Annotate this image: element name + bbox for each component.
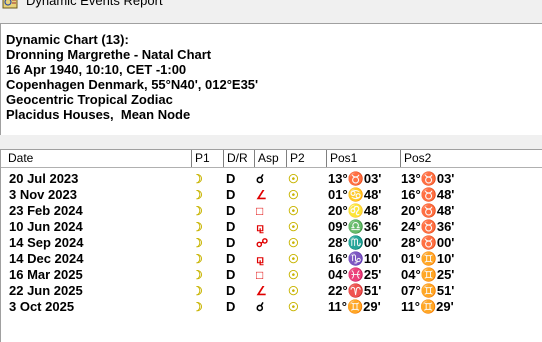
cell-pos1: 28°♏00' <box>328 235 382 250</box>
chart-info-line: Copenhagen Denmark, 55°N40', 012°E35' <box>6 77 259 92</box>
cell-pos2: 11°♊29' <box>401 299 454 314</box>
app-report-icon <box>2 0 18 9</box>
cell-dr: D <box>226 251 236 266</box>
cell-dr: D <box>226 203 236 218</box>
cell-date: 23 Feb 2024 <box>9 203 83 218</box>
cell-pos2: 28°♉00' <box>401 235 455 250</box>
sesquiquadrate-icon: ⚼ <box>256 252 265 266</box>
column-header-pos2[interactable]: Pos2 <box>400 150 542 167</box>
cell-pos1: 11°♊29' <box>328 299 381 314</box>
semisquare-icon: ∠ <box>256 188 267 202</box>
cell-date: 22 Jun 2025 <box>9 283 83 298</box>
cell-pos1: 01°♋48' <box>328 187 382 202</box>
cell-pos1: 13°♉03' <box>328 171 382 186</box>
column-header-p2[interactable]: P2 <box>286 150 326 167</box>
sun-icon: ☉ <box>288 220 299 234</box>
moon-icon: ☽ <box>192 204 203 218</box>
cell-pos2: 13°♉03' <box>401 171 455 186</box>
conjunction-icon: ☌ <box>256 300 265 314</box>
cell-date: 14 Dec 2024 <box>9 251 84 266</box>
column-header-p1[interactable]: P1 <box>191 150 223 167</box>
semisquare-icon: ∠ <box>256 284 267 298</box>
cell-date: 3 Nov 2023 <box>9 187 77 202</box>
cell-pos1: 20°♌48' <box>328 203 382 218</box>
column-header-asp[interactable]: Asp <box>254 150 286 167</box>
square-icon: □ <box>256 204 264 218</box>
cell-pos2: 24°♉36' <box>401 219 455 234</box>
sun-icon: ☉ <box>288 188 299 202</box>
table-row[interactable]: 20 Jul 2023 ☽ D ☌ ☉ 13°♉03' 13°♉03' <box>1 171 542 187</box>
cell-date: 16 Mar 2025 <box>9 267 83 282</box>
column-header-dr[interactable]: D/R <box>223 150 254 167</box>
chart-info-line: 16 Apr 1940, 10:10, CET -1:00 <box>6 62 187 77</box>
cell-dr: D <box>226 171 236 186</box>
table-row[interactable]: 3 Oct 2025 ☽ D ☌ ☉ 11°♊29' 11°♊29' <box>1 299 542 315</box>
cell-dr: D <box>226 219 236 234</box>
chart-info-line: Placidus Houses, Mean Node <box>6 107 191 122</box>
cell-date: 10 Jun 2024 <box>9 219 83 234</box>
sun-icon: ☉ <box>288 268 299 282</box>
square-icon: □ <box>256 268 264 282</box>
cell-dr: D <box>226 283 236 298</box>
chart-info-line: Geocentric Tropical Zodiac <box>6 92 173 107</box>
table-row[interactable]: 14 Sep 2024 ☽ D ☍ ☉ 28°♏00' 28°♉00' <box>1 235 542 251</box>
cell-pos1: 09°♎36' <box>328 219 382 234</box>
sun-icon: ☉ <box>288 284 299 298</box>
table-row[interactable]: 10 Jun 2024 ☽ D ⚼ ☉ 09°♎36' 24°♉36' <box>1 219 542 235</box>
moon-icon: ☽ <box>192 252 203 266</box>
cell-pos2: 07°♊51' <box>401 283 455 298</box>
column-header-date[interactable]: Date <box>5 150 191 167</box>
sun-icon: ☉ <box>288 236 299 250</box>
cell-date: 3 Oct 2025 <box>9 299 75 314</box>
conjunction-icon: ☌ <box>256 172 265 186</box>
cell-dr: D <box>226 187 236 202</box>
moon-icon: ☽ <box>192 172 203 186</box>
sun-icon: ☉ <box>288 204 299 218</box>
cell-dr: D <box>226 299 236 314</box>
opposition-icon: ☍ <box>256 236 269 250</box>
chart-info-panel: Dynamic Chart (13): Dronning Margrethe -… <box>0 23 542 135</box>
sesquiquadrate-icon: ⚼ <box>256 220 265 234</box>
table-row[interactable]: 3 Nov 2023 ☽ D ∠ ☉ 01°♋48' 16°♉48' <box>1 187 542 203</box>
moon-icon: ☽ <box>192 188 203 202</box>
window-title: Dynamic Events Report <box>26 0 163 8</box>
cell-pos1: 16°♑10' <box>328 251 382 266</box>
cell-date: 20 Jul 2023 <box>9 171 79 186</box>
table-row[interactable]: 22 Jun 2025 ☽ D ∠ ☉ 22°♈51' 07°♊51' <box>1 283 542 299</box>
chart-info-line: Dynamic Chart (13): <box>6 32 129 47</box>
cell-dr: D <box>226 267 236 282</box>
table-row[interactable]: 14 Dec 2024 ☽ D ⚼ ☉ 16°♑10' 01°♊10' <box>1 251 542 267</box>
chart-info-line: Dronning Margrethe - Natal Chart <box>6 47 212 62</box>
cell-pos2: 20°♉48' <box>401 203 455 218</box>
cell-pos1: 04°♓25' <box>328 267 382 282</box>
cell-pos2: 16°♉48' <box>401 187 455 202</box>
cell-dr: D <box>226 235 236 250</box>
cell-date: 14 Sep 2024 <box>9 235 84 250</box>
cell-pos2: 04°♊25' <box>401 267 455 282</box>
moon-icon: ☽ <box>192 300 203 314</box>
table-row[interactable]: 16 Mar 2025 ☽ D □ ☉ 04°♓25' 04°♊25' <box>1 267 542 283</box>
sun-icon: ☉ <box>288 252 299 266</box>
cell-pos1: 22°♈51' <box>328 283 382 298</box>
moon-icon: ☽ <box>192 284 203 298</box>
window-titlebar: Dynamic Events Report <box>0 0 542 14</box>
sun-icon: ☉ <box>288 300 299 314</box>
moon-icon: ☽ <box>192 268 203 282</box>
cell-pos2: 01°♊10' <box>401 251 455 266</box>
moon-icon: ☽ <box>192 220 203 234</box>
header-divider <box>1 167 542 168</box>
sun-icon: ☉ <box>288 172 299 186</box>
moon-icon: ☽ <box>192 236 203 250</box>
column-header-pos1[interactable]: Pos1 <box>326 150 400 167</box>
events-table[interactable]: Date P1 D/R Asp P2 Pos1 Pos2 20 Jul 2023… <box>0 149 542 342</box>
table-row[interactable]: 23 Feb 2024 ☽ D □ ☉ 20°♌48' 20°♉48' <box>1 203 542 219</box>
